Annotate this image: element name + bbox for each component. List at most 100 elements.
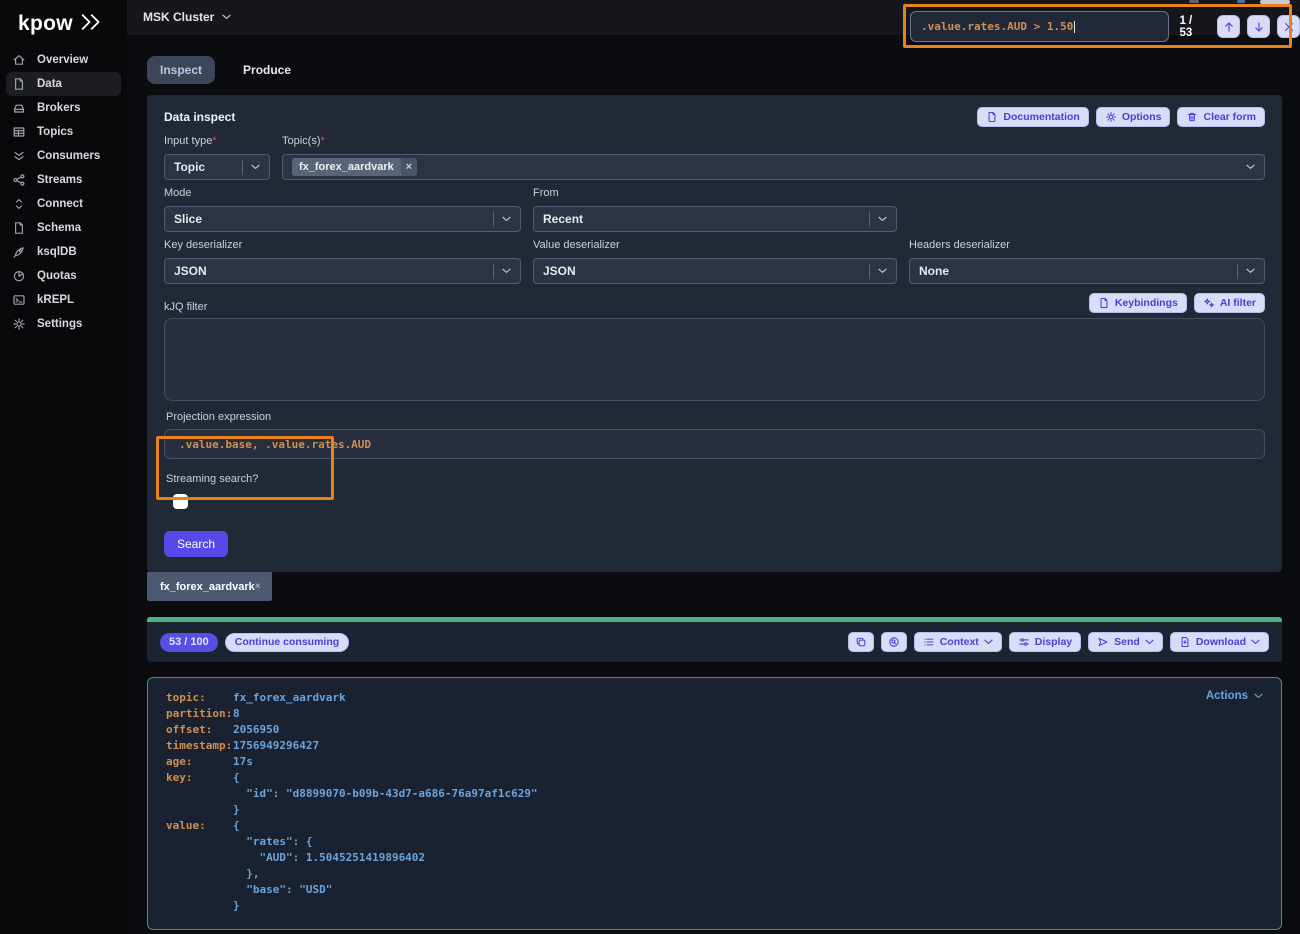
sidebar-item-brokers[interactable]: Brokers [6,96,121,120]
projection-expression-label: Projection expression [166,411,271,423]
input-type-select[interactable]: Topic [164,154,270,180]
record-actions-menu[interactable]: Actions [1206,690,1263,702]
cluster-selector-label: MSK Cluster [143,10,214,24]
record-result-panel: topic:fx_forex_aardvark partition:8offset… [147,677,1282,930]
arrow-up-button[interactable] [1217,15,1240,38]
record-field-value: 17s [233,755,253,768]
record-field-value: 1756949296427 [233,739,319,752]
sidebar-item-topics[interactable]: Topics [6,120,121,144]
panel-title: Data inspect [164,110,235,124]
kjq-filter-textarea[interactable] [164,318,1265,401]
clear-form-button[interactable]: Clear form [1177,107,1265,127]
sidebar-item-quotas[interactable]: Quotas [6,264,121,288]
arrow-down-button[interactable] [1247,15,1270,38]
pie-chart-icon [12,269,26,283]
sidebar-item-connect[interactable]: Connect [6,192,121,216]
continue-consuming-button[interactable]: Continue consuming [225,633,349,652]
search-circle-icon [888,636,900,648]
value-deserializer-select[interactable]: JSON [533,258,897,284]
topic-tag: fx_forex_aardvark [292,158,401,176]
chevron-down-icon [1145,639,1154,645]
download-button[interactable]: Download [1170,632,1269,652]
documentation-button[interactable]: Documentation [977,107,1088,127]
sidebar-item-krepl[interactable]: kREPL [6,288,121,312]
record-line: partition:8 [166,706,538,722]
send-button[interactable]: Send [1088,632,1163,652]
find-query-input[interactable]: .value.rates.AUD > 1.50 [910,11,1169,42]
display-button[interactable]: Display [1009,632,1081,652]
from-label: From [533,187,897,199]
context-button[interactable]: Context [914,632,1002,652]
topic-result-tab-close-icon[interactable]: × [255,581,261,592]
close-button[interactable] [1277,15,1300,38]
sidebar-item-label: Streams [37,174,82,186]
sidebar-item-overview[interactable]: Overview [6,48,121,72]
sidebar-item-schema[interactable]: Schema [6,216,121,240]
record-field-key: age: [166,754,233,770]
ai-filter-button[interactable]: AI filter [1194,293,1265,313]
main-content: Inspect Produce Data inspect Documentati… [127,35,1300,934]
chevron-down-icon [1254,693,1263,699]
streaming-search-checkbox[interactable] [173,494,188,509]
sidebar: kpow OverviewDataBrokersTopicsConsumersS… [0,0,127,934]
record-field-value: fx_forex_aardvark [233,691,346,704]
copy-button[interactable] [848,632,874,652]
download-doc-icon [1179,636,1191,648]
cluster-selector[interactable]: MSK Cluster [143,10,231,24]
find-match-counter: 1 / 53 [1179,15,1207,39]
record-content: topic:fx_forex_aardvark partition:8offset… [166,690,538,914]
search-button[interactable]: Search [164,531,228,557]
record-field-value: } [233,899,240,912]
find-overlay-buttons [1217,15,1300,38]
keybindings-button[interactable]: Keybindings [1089,293,1187,313]
options-button[interactable]: Options [1096,107,1171,127]
chevron-down-icon [1246,268,1255,274]
headers-deserializer-value: None [919,264,949,278]
server-icon [12,101,26,115]
streaming-search-label: Streaming search? [166,473,258,485]
topics-multiselect[interactable]: fx_forex_aardvark× [282,154,1265,180]
projection-expression-input[interactable]: .value.base, .value.rates.AUD [164,429,1265,459]
headers-deserializer-select[interactable]: None [909,258,1265,284]
input-type-value: Topic [174,160,205,174]
record-actions-label: Actions [1206,690,1248,702]
find-overlay: .value.rates.AUD > 1.50 1 / 53 [910,11,1300,42]
sliders-icon [1018,636,1030,648]
sidebar-item-consumers[interactable]: Consumers [6,144,121,168]
record-line: "AUD": 1.5045251419896402 [166,850,538,866]
sidebar-item-streams[interactable]: Streams [6,168,121,192]
record-field-key: key: [166,770,233,786]
record-line: } [166,898,538,914]
from-select[interactable]: Recent [533,206,897,232]
chevron-down-icon [1251,639,1260,645]
trash-icon [1186,111,1198,123]
gear-icon [12,317,26,331]
copy-icon [855,636,867,648]
key-deserializer-select[interactable]: JSON [164,258,521,284]
tab-inspect[interactable]: Inspect [147,56,215,84]
record-line: timestamp:1756949296427 [166,738,538,754]
tab-produce[interactable]: Produce [243,63,291,77]
keybindings-button-label: Keybindings [1115,297,1178,309]
sidebar-item-label: Consumers [37,150,100,162]
record-line: } [166,802,538,818]
double-chevron-icon [79,13,105,36]
chevrons-down-icon [12,149,26,163]
sidebar-item-data[interactable]: Data [6,72,121,96]
topic-result-tab[interactable]: fx_forex_aardvark × [147,572,272,601]
document-icon [1098,297,1110,309]
record-field-value: 8 [233,707,240,720]
record-line: offset:2056950 [166,722,538,738]
topic-result-tab-label: fx_forex_aardvark [160,581,255,593]
record-line: }, [166,866,538,882]
sidebar-item-ksqldb[interactable]: ksqlDB [6,240,121,264]
topic-tag-remove-button[interactable]: × [401,158,417,176]
headers-deserializer-label: Headers deserializer [909,239,1265,251]
mode-select[interactable]: Slice [164,206,521,232]
arrow-up-icon [1223,21,1235,33]
record-line: key:{ [166,770,538,786]
sidebar-item-settings[interactable]: Settings [6,312,121,336]
search-circle-button[interactable] [881,632,907,652]
chevron-down-icon [984,639,993,645]
record-field-key: topic: [166,690,233,706]
